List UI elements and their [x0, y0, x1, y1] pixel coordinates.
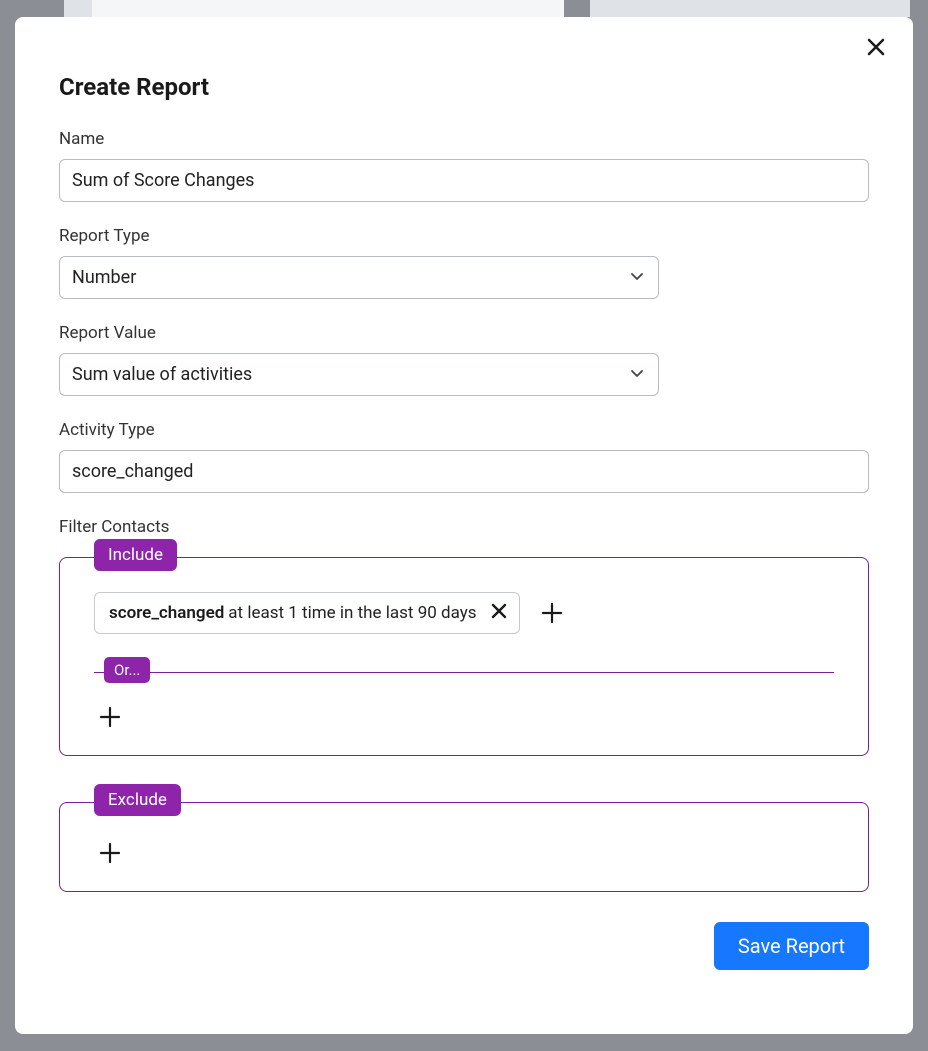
- label-report-type: Report Type: [59, 226, 869, 246]
- field-report-value: Report Value: [59, 323, 869, 396]
- exclude-badge: Exclude: [94, 784, 181, 816]
- create-report-modal: Create Report Name Report Type Report Va…: [15, 17, 913, 1034]
- filter-contacts-section: Filter Contacts Include score_changed at…: [59, 517, 869, 892]
- save-report-button[interactable]: Save Report: [714, 922, 869, 970]
- plus-icon: [98, 705, 122, 729]
- plus-icon: [540, 601, 564, 625]
- or-divider: Or...: [94, 672, 834, 673]
- condition-chip[interactable]: score_changed at least 1 time in the las…: [94, 592, 520, 634]
- field-activity-type: Activity Type: [59, 420, 869, 493]
- remove-condition-button[interactable]: [491, 603, 507, 623]
- modal-title: Create Report: [59, 73, 869, 101]
- label-name: Name: [59, 129, 869, 149]
- name-input[interactable]: [59, 159, 869, 202]
- or-badge: Or...: [104, 657, 150, 683]
- report-value-select[interactable]: [59, 353, 659, 396]
- plus-icon: [98, 841, 122, 865]
- label-activity-type: Activity Type: [59, 420, 869, 440]
- add-exclude-condition-button[interactable]: [94, 837, 126, 869]
- close-button[interactable]: [861, 33, 891, 61]
- condition-activity: score_changed: [109, 603, 224, 623]
- exclude-box: Exclude: [59, 802, 869, 892]
- report-type-select[interactable]: [59, 256, 659, 299]
- condition-text: at least 1 time in the last 90 days: [228, 603, 476, 623]
- field-name: Name: [59, 129, 869, 202]
- add-or-condition-button[interactable]: [94, 701, 126, 733]
- include-condition-row: score_changed at least 1 time in the las…: [94, 592, 834, 634]
- close-icon: [867, 38, 885, 56]
- close-icon: [491, 603, 507, 619]
- label-filter-contacts: Filter Contacts: [59, 517, 869, 537]
- add-and-condition-button[interactable]: [536, 597, 568, 629]
- include-box: Include score_changed at least 1 time in…: [59, 557, 869, 756]
- label-report-value: Report Value: [59, 323, 869, 343]
- include-badge: Include: [94, 539, 177, 571]
- field-report-type: Report Type: [59, 226, 869, 299]
- activity-type-input[interactable]: [59, 450, 869, 493]
